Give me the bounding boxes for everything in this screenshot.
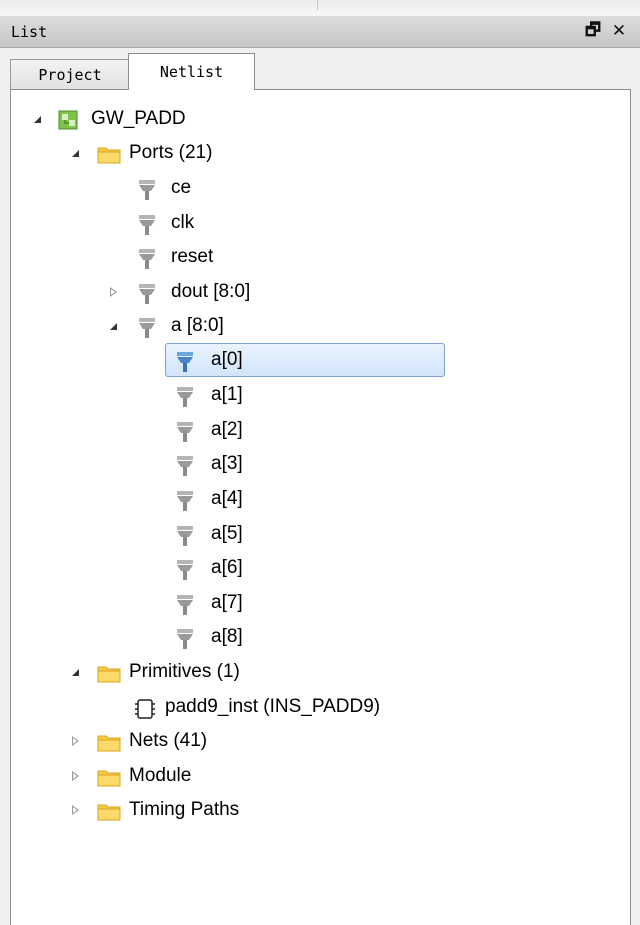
folder-icon: [97, 662, 121, 684]
collapse-arrow-icon[interactable]: [107, 320, 119, 332]
list-panel: List 🗗 ✕ Project Netlist GW_PADD Ports (…: [0, 16, 640, 925]
folder-icon: [97, 731, 121, 753]
expand-arrow-icon[interactable]: [107, 286, 119, 298]
close-icon[interactable]: ✕: [608, 20, 630, 42]
expand-arrow-icon[interactable]: [69, 770, 81, 782]
tree-node-port-bit[interactable]: a[2]: [11, 413, 611, 447]
tree-label: Nets (41): [129, 730, 208, 751]
port-icon: [137, 282, 159, 304]
panel-title: List: [11, 23, 48, 41]
top-strip: [0, 0, 640, 16]
tree-label: Primitives (1): [129, 661, 240, 682]
tree-label: Module: [129, 765, 192, 786]
port-icon: [175, 593, 197, 615]
port-icon: [175, 524, 197, 546]
tree-label: padd9_inst (INS_PADD9): [165, 696, 381, 717]
tree-node-primitives[interactable]: Primitives (1): [11, 655, 611, 689]
tab-netlist[interactable]: Netlist: [128, 53, 255, 90]
tree-node-port-bit[interactable]: a[1]: [11, 378, 611, 412]
primitive-icon: [133, 697, 155, 719]
tree-label: a[5]: [211, 523, 243, 544]
tree-label: GW_PADD: [91, 108, 186, 129]
tree-label: a[7]: [211, 592, 243, 613]
tree-label: a[8]: [211, 626, 243, 647]
tree-label: a[1]: [211, 384, 243, 405]
tree-node-port-bit[interactable]: a[4]: [11, 482, 611, 516]
port-icon: [137, 247, 159, 269]
folder-icon: [97, 800, 121, 822]
tree-label: a[2]: [211, 419, 243, 440]
tree-label: clk: [171, 212, 195, 233]
port-icon: [175, 489, 197, 511]
tree-node-port-bit[interactable]: a[0]: [11, 343, 611, 377]
netlist-tree: GW_PADD Ports (21) ce clk reset dout [8:…: [10, 89, 631, 925]
port-icon: [175, 627, 197, 649]
tree-node-port-bit[interactable]: a[3]: [11, 447, 611, 481]
port-icon: [137, 213, 159, 235]
tree-label: a[3]: [211, 453, 243, 474]
expand-arrow-icon[interactable]: [69, 804, 81, 816]
collapse-arrow-icon[interactable]: [69, 147, 81, 159]
tree-node-root[interactable]: GW_PADD: [11, 102, 611, 136]
port-icon: [175, 454, 197, 476]
tree-node-port-bus[interactable]: a [8:0]: [11, 309, 611, 343]
tree-node-port[interactable]: ce: [11, 171, 611, 205]
tree-node-port-bus[interactable]: dout [8:0]: [11, 275, 611, 309]
tree-node-port-bit[interactable]: a[8]: [11, 620, 611, 654]
tree-label: a[0]: [211, 349, 243, 370]
tree-node-port-bit[interactable]: a[7]: [11, 586, 611, 620]
tree-label: Timing Paths: [129, 799, 240, 820]
folder-icon: [97, 143, 121, 165]
tree-node-port-bit[interactable]: a[6]: [11, 551, 611, 585]
collapse-arrow-icon[interactable]: [69, 666, 81, 678]
tree-label: a[4]: [211, 488, 243, 509]
restore-window-icon[interactable]: 🗗: [582, 20, 604, 42]
port-icon: [137, 178, 159, 200]
panel-titlebar: List 🗗 ✕: [0, 16, 640, 48]
design-icon: [57, 109, 79, 131]
tree-label: ce: [171, 177, 192, 198]
tree-label: a [8:0]: [171, 315, 224, 336]
port-icon: [175, 350, 197, 372]
tree-node-port[interactable]: clk: [11, 206, 611, 240]
tree-node-nets[interactable]: Nets (41): [11, 724, 611, 758]
expand-arrow-icon[interactable]: [69, 735, 81, 747]
port-icon: [175, 558, 197, 580]
splitter-notch: [317, 0, 318, 10]
tree-node-ports[interactable]: Ports (21): [11, 136, 611, 170]
tree-label: Ports (21): [129, 142, 213, 163]
tree-node-module[interactable]: Module: [11, 759, 611, 793]
tree-node-port-bit[interactable]: a[5]: [11, 517, 611, 551]
tree-label: dout [8:0]: [171, 281, 251, 302]
port-icon: [175, 385, 197, 407]
folder-icon: [97, 766, 121, 788]
collapse-arrow-icon[interactable]: [31, 113, 43, 125]
tree-label: a[6]: [211, 557, 243, 578]
tab-project[interactable]: Project: [10, 59, 130, 89]
port-icon: [137, 316, 159, 338]
port-icon: [175, 420, 197, 442]
tab-bar: Project Netlist: [0, 48, 640, 90]
tree-node-primitive[interactable]: padd9_inst (INS_PADD9): [11, 690, 611, 724]
tree-node-timing-paths[interactable]: Timing Paths: [11, 793, 611, 827]
tree-node-port[interactable]: reset: [11, 240, 611, 274]
tree-label: reset: [171, 246, 214, 267]
